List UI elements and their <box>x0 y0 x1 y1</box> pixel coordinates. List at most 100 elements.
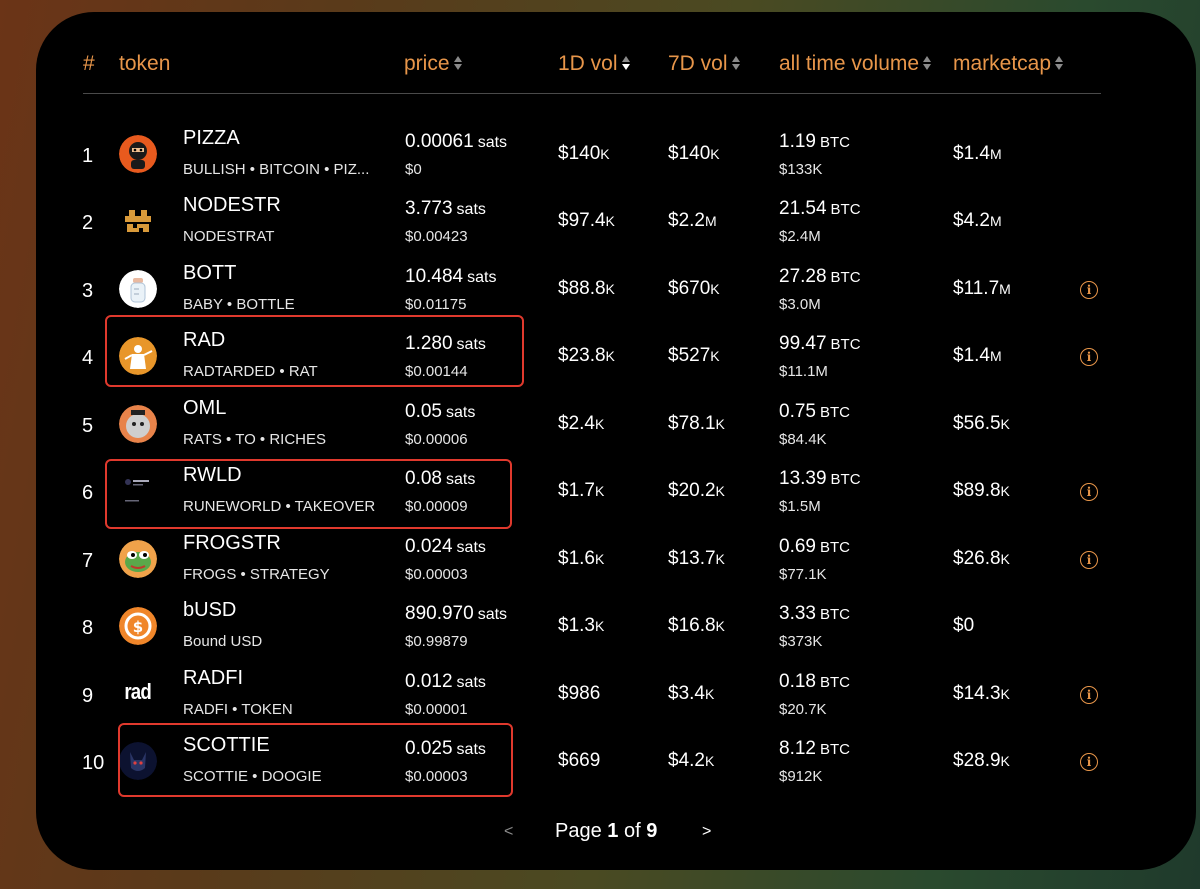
next-page-button[interactable]: > <box>702 823 711 841</box>
token-ticker[interactable]: NODESTR <box>183 194 281 217</box>
token-full-name: RATS • TO • RICHES <box>183 431 327 448</box>
all-time-volume-usd: $1.5M <box>779 498 821 515</box>
token-ticker[interactable]: PIZZA <box>183 127 240 150</box>
info-icon[interactable]: i <box>1080 483 1098 501</box>
price-sats: 890.970 sats <box>405 603 508 624</box>
vol-1d-cell: $88.8K <box>558 278 615 299</box>
info-icon[interactable]: i <box>1080 551 1098 569</box>
table-row[interactable]: 5 OML RATS • TO • RICHES 0.05 sats $0.00006 $2… <box>0 393 1200 460</box>
rank-cell: 8 <box>82 617 94 639</box>
info-icon[interactable]: i <box>1080 281 1098 299</box>
vol-1d-cell: $2.4K <box>558 413 605 434</box>
sort-icon <box>923 56 932 70</box>
page-indicator: Page 1 of 9 <box>555 820 658 842</box>
marketcap-cell: $1.4M <box>953 345 1002 366</box>
all-time-volume-btc: 99.47 BTC <box>779 333 861 354</box>
all-time-volume-btc: 27.28 BTC <box>779 266 861 287</box>
marketcap-cell: $1.4M <box>953 143 1002 164</box>
token-ticker[interactable]: FROGSTR <box>183 532 281 555</box>
token-ticker[interactable]: bUSD <box>183 599 236 622</box>
nodestr-avatar-icon <box>119 202 157 240</box>
svg-text:$: $ <box>133 618 143 636</box>
table-row[interactable]: 8 $ bUSD Bound USD 890.970 sats $0.99879 $1.3K $… <box>0 595 1200 662</box>
vol-1d-cell: $23.8K <box>558 345 615 366</box>
all-time-volume-usd: $912K <box>779 768 823 785</box>
header-rank: # <box>83 52 95 75</box>
header-marketcap[interactable]: marketcap <box>953 52 1064 76</box>
vol-7d-cell: $20.2K <box>668 480 725 501</box>
sort-desc-icon <box>621 56 630 70</box>
pizza-avatar-icon <box>119 135 157 173</box>
price-sats: 10.484 sats <box>405 266 497 287</box>
vol-1d-cell: $1.7K <box>558 480 605 501</box>
price-sats: 0.05 sats <box>405 401 476 422</box>
sort-icon <box>1055 56 1064 70</box>
vol-7d-cell: $16.8K <box>668 615 725 636</box>
all-time-volume-usd: $3.0M <box>779 296 821 313</box>
rank-cell: 3 <box>82 280 94 302</box>
price-usd: $0.00006 <box>405 431 468 448</box>
all-time-volume-btc: 21.54 BTC <box>779 198 861 219</box>
table-header: # token price 1D vol 7D vol all time vol… <box>83 52 1101 94</box>
pagination: < Page 1 of 9 > <box>0 818 1200 848</box>
price-sats: 0.00061 sats <box>405 131 508 152</box>
price-usd: $0.00423 <box>405 228 468 245</box>
rank-cell: 6 <box>82 482 94 504</box>
token-ticker[interactable]: BOTT <box>183 262 236 285</box>
rank-cell: 2 <box>82 212 94 234</box>
vol-7d-cell: $2.2M <box>668 210 717 231</box>
token-full-name: FROGS • STRATEGY <box>183 566 330 583</box>
table-row[interactable]: 1 PIZZA BULLISH • BITCOIN • PIZ... 0.00061 s… <box>0 123 1200 190</box>
table-row[interactable]: 9 rad RADFI RADFI • TOKEN 0.012 sats $0.00001 $… <box>0 663 1200 730</box>
token-full-name: Bound USD <box>183 633 263 650</box>
all-time-volume-btc: 3.33 BTC <box>779 603 850 624</box>
marketcap-cell: $28.9K <box>953 750 1010 771</box>
price-sats: 3.773 sats <box>405 198 486 219</box>
all-time-volume-usd: $20.7K <box>779 701 827 718</box>
busd-avatar-icon: $ <box>119 607 157 645</box>
price-usd: $0.99879 <box>405 633 468 650</box>
vol-1d-cell: $669 <box>558 750 601 771</box>
token-ticker[interactable]: RADFI <box>183 667 243 690</box>
sort-icon <box>453 56 462 70</box>
all-time-volume-btc: 0.69 BTC <box>779 536 850 557</box>
vol-1d-cell: $97.4K <box>558 210 615 231</box>
frogstr-avatar-icon <box>119 540 157 578</box>
marketcap-cell: $0 <box>953 615 975 636</box>
table-row[interactable]: 2 NODESTR NODESTRAT 3.773 sats $0.00423 $97.4K… <box>0 190 1200 257</box>
info-icon[interactable]: i <box>1080 348 1098 366</box>
all-time-volume-usd: $77.1K <box>779 566 827 583</box>
header-all-time-volume[interactable]: all time volume <box>779 52 932 76</box>
vol-7d-cell: $670K <box>668 278 720 299</box>
vol-7d-cell: $3.4K <box>668 683 715 704</box>
all-time-volume-btc: 8.12 BTC <box>779 738 850 759</box>
price-sats: 0.012 sats <box>405 671 486 692</box>
all-time-volume-usd: $373K <box>779 633 823 650</box>
marketcap-cell: $4.2M <box>953 210 1002 231</box>
all-time-volume-usd: $11.1M <box>779 363 828 380</box>
vol-7d-cell: $527K <box>668 345 720 366</box>
marketcap-cell: $11.7M <box>953 278 1011 299</box>
header-price[interactable]: price <box>404 52 462 76</box>
info-icon[interactable]: i <box>1080 686 1098 704</box>
header-7d-vol[interactable]: 7D vol <box>668 52 740 76</box>
vol-7d-cell: $13.7K <box>668 548 725 569</box>
all-time-volume-usd: $84.4K <box>779 431 827 448</box>
table-row[interactable]: 7 FROGSTR FROGS • STRATEGY 0.024 sats $0.0000… <box>0 528 1200 595</box>
header-1d-vol[interactable]: 1D vol <box>558 52 630 76</box>
price-usd: $0.00003 <box>405 566 468 583</box>
price-sats: 0.024 sats <box>405 536 486 557</box>
info-icon[interactable]: i <box>1080 753 1098 771</box>
price-usd: $0 <box>405 161 422 178</box>
token-full-name: BULLISH • BITCOIN • PIZ... <box>183 161 370 178</box>
oml-avatar-icon <box>119 405 157 443</box>
token-ticker[interactable]: OML <box>183 397 226 420</box>
vol-1d-cell: $140K <box>558 143 610 164</box>
all-time-volume-usd: $133K <box>779 161 823 178</box>
rank-cell: 4 <box>82 347 94 369</box>
all-time-volume-btc: 1.19 BTC <box>779 131 850 152</box>
vol-1d-cell: $986 <box>558 683 601 704</box>
rank-cell: 7 <box>82 550 94 572</box>
prev-page-button[interactable]: < <box>504 823 513 841</box>
vol-7d-cell: $140K <box>668 143 720 164</box>
